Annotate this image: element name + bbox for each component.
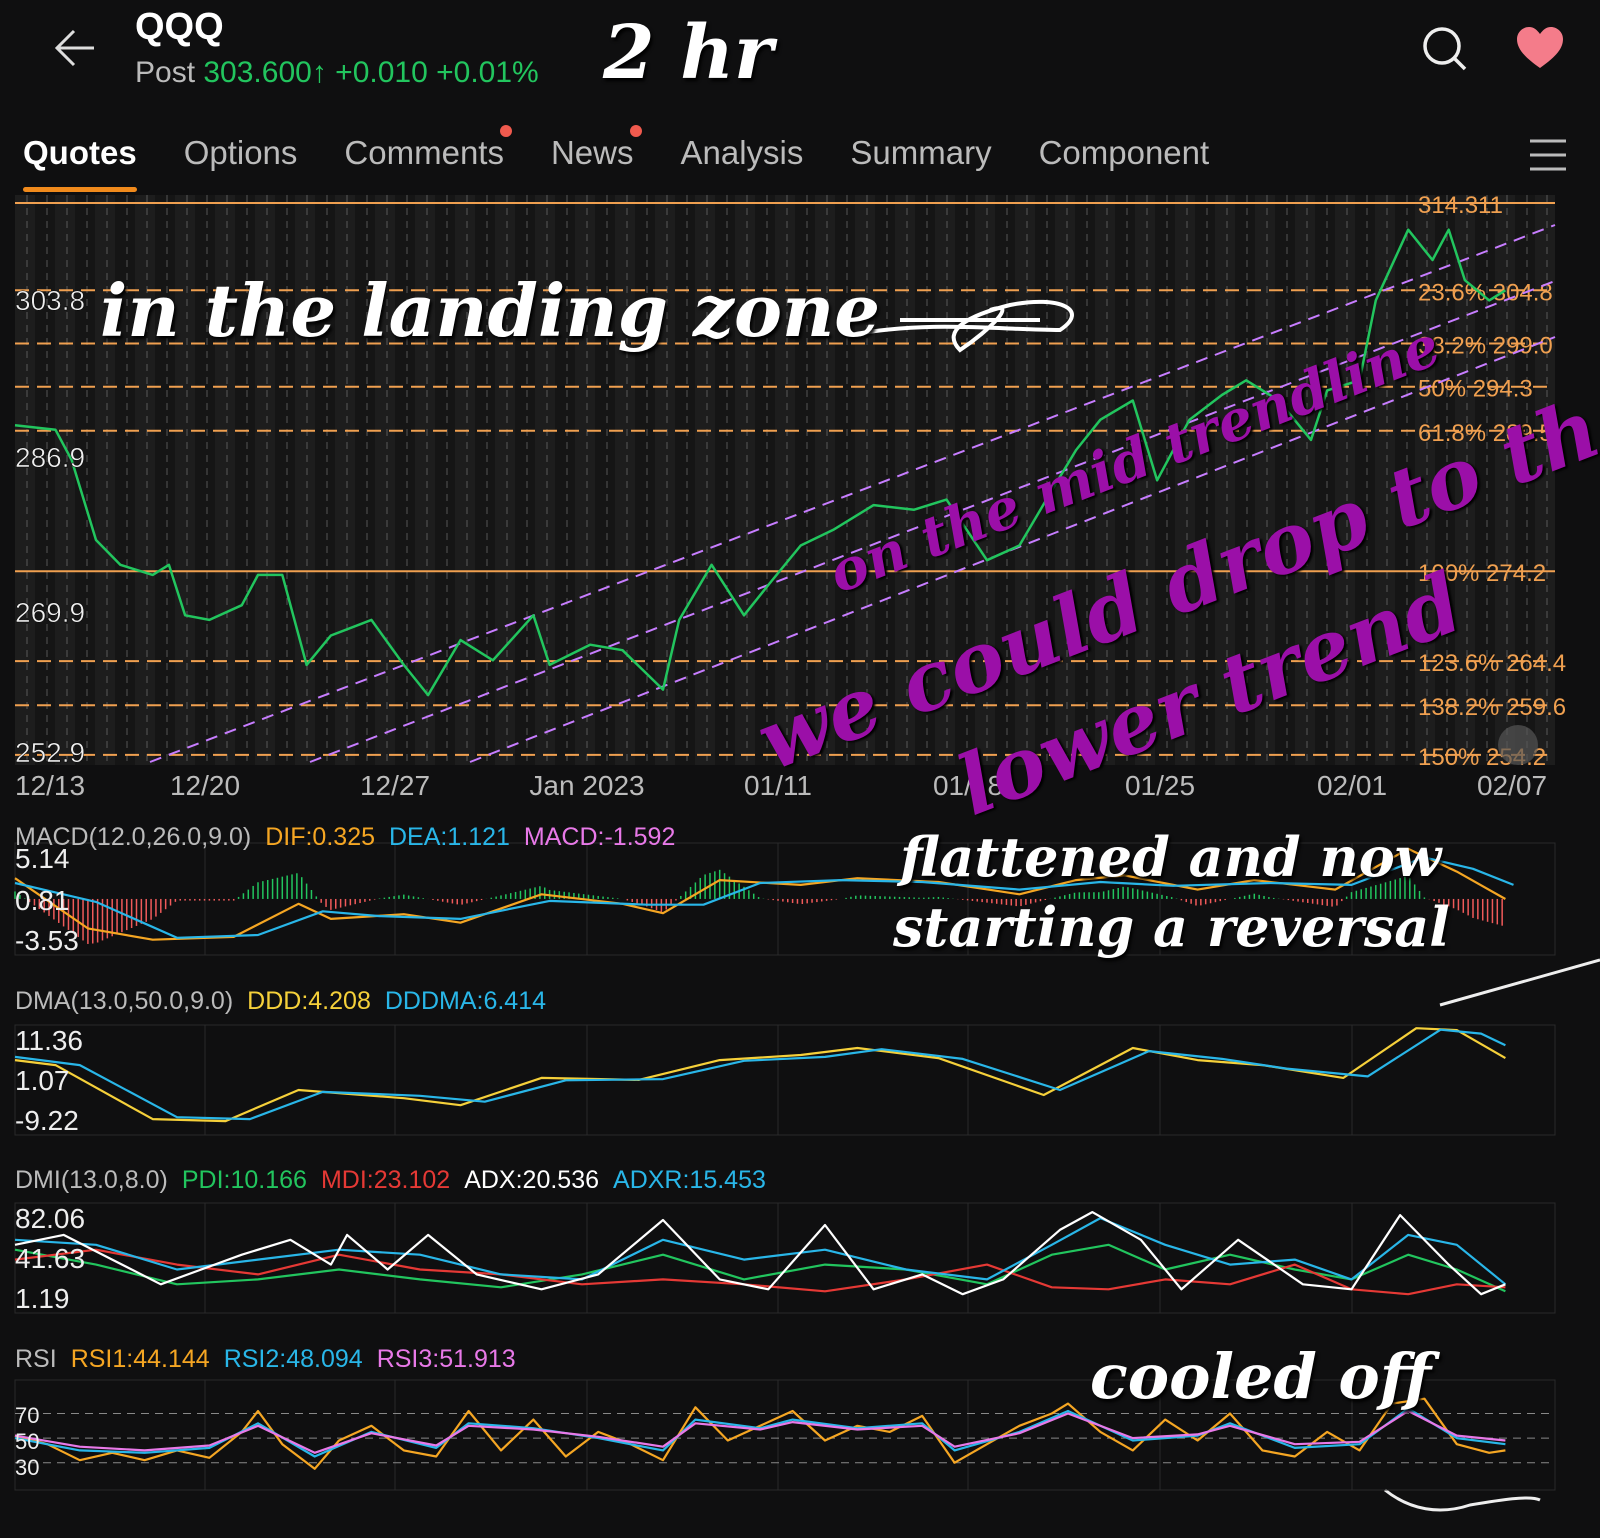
fib-label: 23.6% 304.8 bbox=[1418, 279, 1553, 306]
dmi-pdi: PDI:10.166 bbox=[181, 1166, 307, 1194]
indicator-axis-label: 50 bbox=[15, 1429, 39, 1454]
date-axis-label: 12/20 bbox=[170, 770, 240, 801]
price-axis-label: 269.9 bbox=[15, 597, 85, 628]
dddma-line bbox=[14, 1028, 1506, 1121]
date-axis-label: 02/07 bbox=[1477, 770, 1547, 801]
date-axis-label: Jan 2023 bbox=[529, 770, 644, 801]
price-axis-label: 286.9 bbox=[15, 442, 85, 473]
indicator-axis-label: 1.19 bbox=[15, 1283, 70, 1314]
ddd-line bbox=[14, 1027, 1506, 1123]
macd-dif: DIF:0.325 bbox=[265, 823, 375, 851]
dma-legend: DMA(13.0,50.0,9.0) DDD:4.208 DDDMA:6.414 bbox=[15, 987, 560, 1016]
scribble bbox=[1384, 1488, 1541, 1512]
fib-label: 138.2% 259.6 bbox=[1418, 694, 1566, 721]
price-axis-label: 303.8 bbox=[15, 285, 85, 316]
dmi-params: DMI(13.0,8.0) bbox=[15, 1166, 168, 1194]
fullscreen-button[interactable] bbox=[1498, 725, 1538, 765]
rsi3-line bbox=[14, 1409, 1506, 1454]
macd-value: MACD:-1.592 bbox=[523, 823, 676, 851]
price-axis-label: 252.9 bbox=[15, 737, 85, 768]
grid-stripe bbox=[15, 195, 35, 765]
date-axis-label: 12/13 bbox=[15, 770, 85, 801]
dma-dddma: DDDMA:6.414 bbox=[384, 987, 547, 1015]
rsi3-value: RSI3:51.913 bbox=[376, 1345, 516, 1373]
stock-chart-screen: QQQ Post 303.600↑ +0.010 +0.01% 2 hr Quo… bbox=[0, 0, 1600, 1538]
indicator-axis-label: 30 bbox=[15, 1455, 39, 1480]
rsi-legend: RSI RSI1:44.144 RSI2:48.094 RSI3:51.913 bbox=[15, 1345, 530, 1374]
annotation-macd-1: flattened and now bbox=[900, 825, 1442, 889]
dmi-legend: DMI(13.0,8.0) PDI:10.166 MDI:23.102 ADX:20.… bbox=[15, 1166, 780, 1195]
dmi-adxr: ADXR:15.453 bbox=[613, 1166, 766, 1194]
fib-label: 50% 294.3 bbox=[1418, 376, 1533, 403]
indicator-axis-label: -9.22 bbox=[15, 1105, 79, 1136]
annotation-landing-zone: in the landing zone bbox=[100, 268, 881, 353]
indicator-axis-label: 70 bbox=[15, 1403, 39, 1428]
indicator-axis-label: 11.36 bbox=[15, 1025, 83, 1056]
dma-ddd: DDD:4.208 bbox=[247, 987, 371, 1015]
indicator-axis-label: 82.06 bbox=[15, 1203, 85, 1234]
annotation-rsi: cooled off bbox=[1090, 1340, 1432, 1413]
indicator-axis-label: 41.63 bbox=[15, 1243, 85, 1274]
indicator-axis-label: 1.07 bbox=[15, 1065, 70, 1096]
indicator-axis-label: 0.81 bbox=[15, 885, 70, 916]
rsi2-value: RSI2:48.094 bbox=[223, 1345, 363, 1373]
adxr-line bbox=[14, 1216, 1507, 1286]
macd-legend: MACD(12.0,26.0,9.0) DIF:0.325 DEA:1.121 MAC… bbox=[15, 823, 689, 852]
annotation-macd-2: starting a reversal bbox=[893, 895, 1450, 959]
macd-dea: DEA:1.121 bbox=[389, 823, 510, 851]
adx-line bbox=[14, 1210, 1506, 1296]
fib-label: 314.311 bbox=[1418, 192, 1503, 219]
rsi1-value: RSI1:44.144 bbox=[70, 1345, 210, 1373]
scribble bbox=[1439, 958, 1600, 1007]
macd-params: MACD(12.0,26.0,9.0) bbox=[15, 823, 252, 851]
grid-stripe bbox=[55, 195, 75, 765]
date-axis-label: 12/27 bbox=[360, 770, 430, 801]
dmi-adx: ADX:20.536 bbox=[464, 1166, 600, 1194]
indicator-panel bbox=[14, 1202, 1556, 1314]
indicator-axis-label: -3.53 bbox=[15, 925, 79, 956]
date-axis-label: 02/01 bbox=[1317, 770, 1387, 801]
dmi-mdi: MDI:23.102 bbox=[320, 1166, 451, 1194]
rsi-params: RSI bbox=[15, 1345, 57, 1373]
dma-params: DMA(13.0,50.0,9.0) bbox=[15, 987, 234, 1015]
